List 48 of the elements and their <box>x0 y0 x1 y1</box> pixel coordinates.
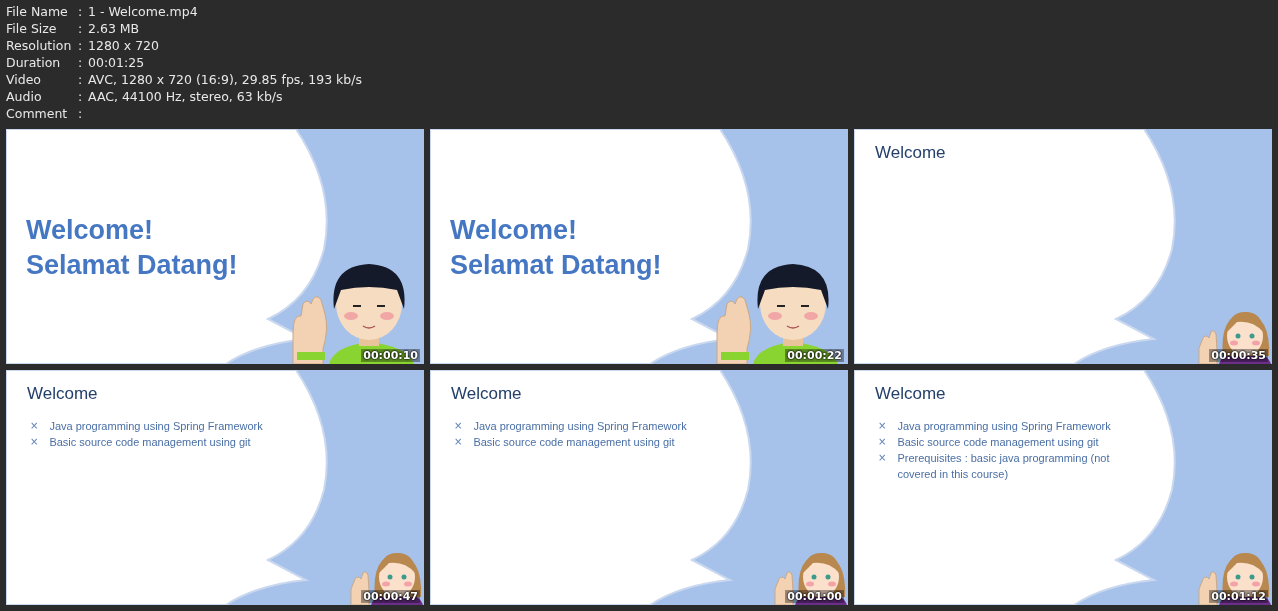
bullet-marker: × <box>877 419 887 433</box>
slide-heading: Welcome <box>875 384 947 404</box>
info-value: 1 - Welcome.mp4 <box>88 3 199 20</box>
info-label: File Size <box>6 20 58 37</box>
bullet-text: Java programming using Spring Framework <box>49 419 263 434</box>
bullet-marker: × <box>877 435 887 449</box>
bullet-marker: × <box>29 435 39 449</box>
info-value: AAC, 44100 Hz, stereo, 63 kb/s <box>88 88 284 105</box>
info-value: 2.63 MB <box>88 20 141 37</box>
bullet-marker: × <box>877 451 887 465</box>
info-label: Comment <box>6 105 69 122</box>
slide-title: Selamat Datang! <box>26 249 239 282</box>
timestamp: 00:01:12 <box>1209 590 1268 603</box>
bullet-text: Basic source code management using git <box>897 435 1099 450</box>
info-separator: : <box>78 54 84 71</box>
slide-heading: Welcome <box>27 384 99 404</box>
info-value: 1280 x 720 <box>88 37 160 54</box>
bullet-text: Basic source code management using git <box>473 435 675 450</box>
slide-title: Welcome! <box>450 214 579 247</box>
slide-heading: Welcome <box>875 143 947 163</box>
info-value: AVC, 1280 x 720 (16:9), 29.85 fps, 193 kb/s <box>88 71 364 88</box>
bullet-text: Java programming using Spring Framework <box>897 419 1111 434</box>
info-label: File Name <box>6 3 69 20</box>
info-separator: : <box>78 37 84 54</box>
info-label: Video <box>6 71 43 88</box>
timestamp: 00:00:47 <box>361 590 420 603</box>
bullet-marker: × <box>29 419 39 433</box>
bullet-marker: × <box>453 435 463 449</box>
timestamp: 00:01:00 <box>785 590 844 603</box>
bullet-marker: × <box>453 419 463 433</box>
info-separator: : <box>78 3 84 20</box>
slide-heading: Welcome <box>451 384 523 404</box>
info-separator: : <box>78 71 84 88</box>
slide-title: Welcome! <box>26 214 155 247</box>
info-label: Resolution <box>6 37 73 54</box>
info-separator: : <box>78 88 84 105</box>
bullet-text: Java programming using Spring Framework <box>473 419 687 434</box>
timestamp: 00:00:22 <box>785 349 844 362</box>
timestamp: 00:00:35 <box>1209 349 1268 362</box>
slide-title: Selamat Datang! <box>450 249 663 282</box>
info-separator: : <box>78 105 84 122</box>
info-separator: : <box>78 20 84 37</box>
bullet-text: Basic source code management using git <box>49 435 251 450</box>
info-value: 00:01:25 <box>88 54 146 71</box>
info-label: Duration <box>6 54 62 71</box>
timestamp: 00:00:10 <box>361 349 420 362</box>
bullet-text: Prerequisites : basic java programming (not covered in this course) <box>897 451 1111 482</box>
info-label: Audio <box>6 88 43 105</box>
